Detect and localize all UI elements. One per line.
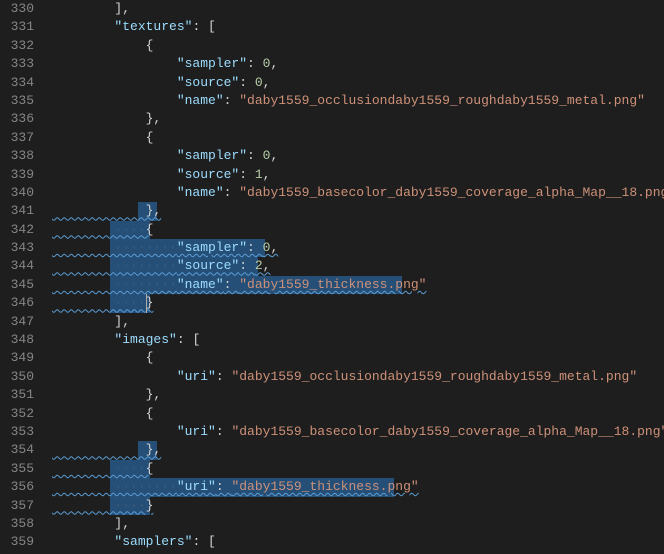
- line-number-gutter: 3303313323333343353363373383393403413423…: [0, 0, 52, 554]
- code-line[interactable]: ···· }: [52, 497, 664, 515]
- code-line[interactable]: ],: [52, 313, 664, 331]
- code-line[interactable]: {: [52, 129, 664, 147]
- code-line[interactable]: "textures": [: [52, 18, 664, 36]
- line-number: 348: [6, 331, 34, 349]
- line-number: 356: [6, 478, 34, 496]
- code-line[interactable]: "source": 0,: [52, 74, 664, 92]
- code-line[interactable]: },: [52, 110, 664, 128]
- text-cursor: [146, 294, 147, 312]
- code-line[interactable]: ········ "sampler": 0,: [52, 239, 664, 257]
- line-number: 346: [6, 294, 34, 312]
- code-line[interactable]: ],: [52, 515, 664, 533]
- code-line[interactable]: {: [52, 349, 664, 367]
- code-line[interactable]: },: [52, 202, 664, 220]
- code-line[interactable]: ········ "name": "daby1559_thickness.png…: [52, 276, 664, 294]
- code-line[interactable]: "sampler": 0,: [52, 147, 664, 165]
- code-editor[interactable]: 3303313323333343353363373383393403413423…: [0, 0, 664, 554]
- line-number: 330: [6, 0, 34, 18]
- line-number: 353: [6, 423, 34, 441]
- code-line[interactable]: },: [52, 386, 664, 404]
- code-line[interactable]: {: [52, 405, 664, 423]
- line-number: 340: [6, 184, 34, 202]
- line-number: 333: [6, 55, 34, 73]
- line-number: 341: [6, 202, 34, 220]
- line-number: 359: [6, 533, 34, 551]
- line-number: 358: [6, 515, 34, 533]
- line-number: 347: [6, 313, 34, 331]
- line-number: 354: [6, 441, 34, 459]
- code-area[interactable]: ], "textures": [ { "sampler": 0, "source…: [52, 0, 664, 554]
- line-number: 342: [6, 221, 34, 239]
- code-line[interactable]: "samplers": [: [52, 533, 664, 551]
- line-number: 339: [6, 166, 34, 184]
- line-number: 355: [6, 460, 34, 478]
- code-line[interactable]: "name": "daby1559_basecolor_daby1559_cov…: [52, 184, 664, 202]
- code-line[interactable]: },: [52, 441, 664, 459]
- line-number: 335: [6, 92, 34, 110]
- code-line[interactable]: ···· }: [52, 294, 664, 312]
- line-number: 332: [6, 37, 34, 55]
- line-number: 349: [6, 349, 34, 367]
- code-line[interactable]: "name": "daby1559_occlusiondaby1559_roug…: [52, 92, 664, 110]
- line-number: 331: [6, 18, 34, 36]
- code-line[interactable]: "uri": "daby1559_occlusiondaby1559_rough…: [52, 368, 664, 386]
- code-line[interactable]: "uri": "daby1559_basecolor_daby1559_cove…: [52, 423, 664, 441]
- line-number: 336: [6, 110, 34, 128]
- line-number: 350: [6, 368, 34, 386]
- code-line[interactable]: ],: [52, 0, 664, 18]
- line-number: 351: [6, 386, 34, 404]
- code-line[interactable]: "sampler": 0,: [52, 55, 664, 73]
- line-number: 357: [6, 497, 34, 515]
- line-number: 343: [6, 239, 34, 257]
- code-line[interactable]: ········ "source": 2,: [52, 257, 664, 275]
- line-number: 334: [6, 74, 34, 92]
- line-number: 337: [6, 129, 34, 147]
- line-number: 345: [6, 276, 34, 294]
- line-number: 352: [6, 405, 34, 423]
- line-number: 338: [6, 147, 34, 165]
- code-line[interactable]: ···· {: [52, 221, 664, 239]
- line-number: 344: [6, 257, 34, 275]
- code-line[interactable]: "images": [: [52, 331, 664, 349]
- code-line[interactable]: "source": 1,: [52, 166, 664, 184]
- code-line[interactable]: ········ "uri": "daby1559_thickness.png": [52, 478, 664, 496]
- code-line[interactable]: ···· {: [52, 460, 664, 478]
- code-line[interactable]: {: [52, 37, 664, 55]
